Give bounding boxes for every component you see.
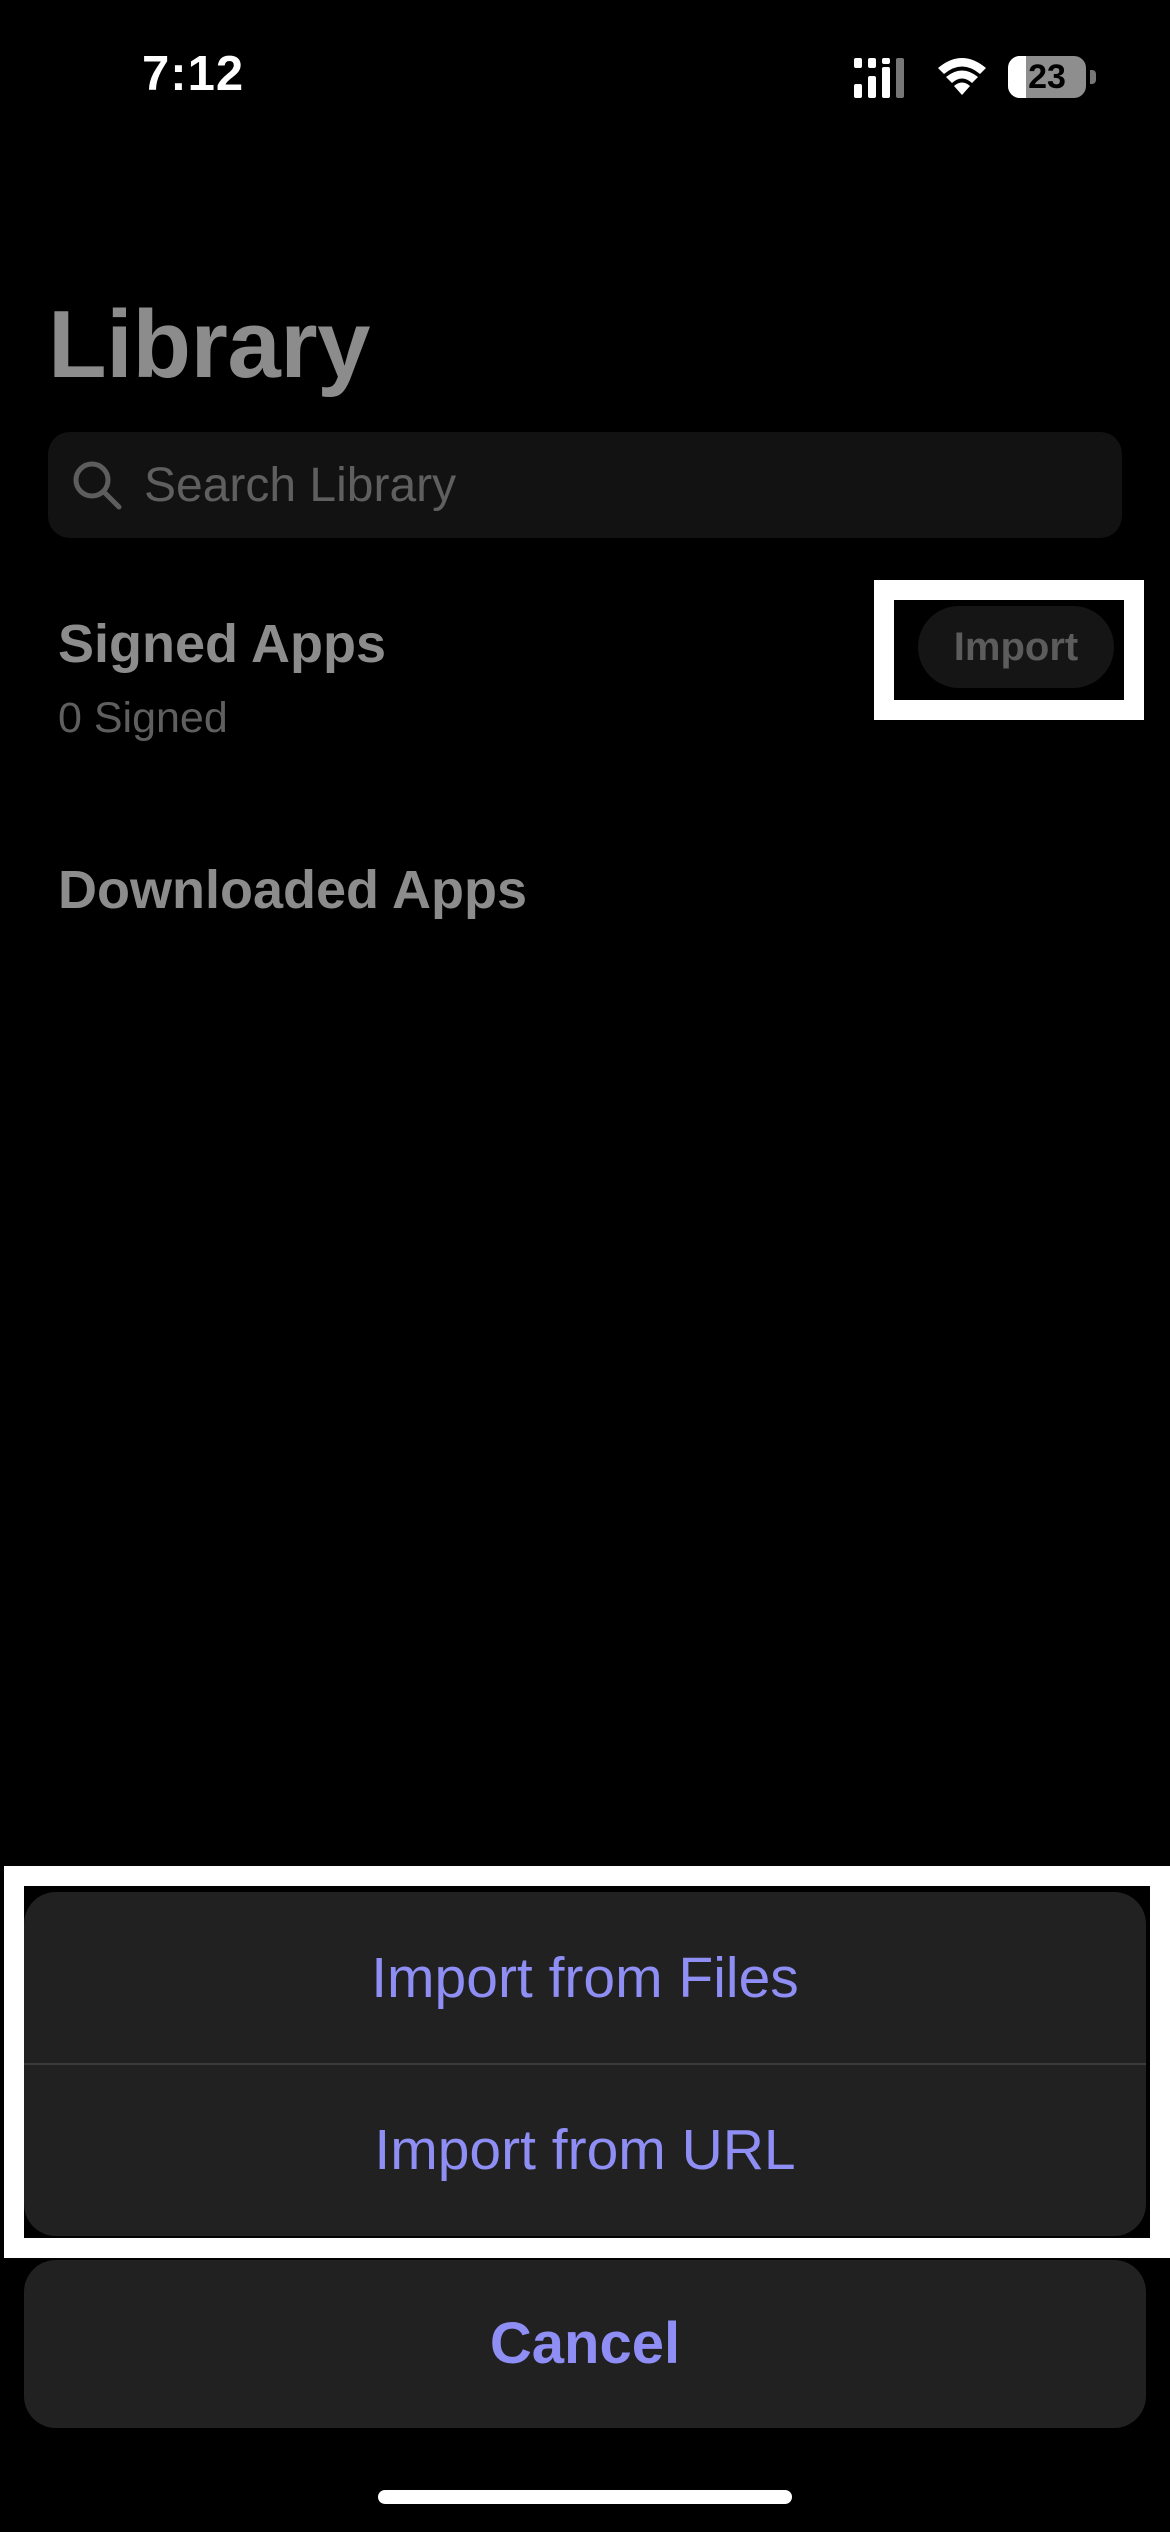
signal-icon bbox=[854, 58, 904, 98]
battery-icon: 23 bbox=[1008, 56, 1096, 100]
battery-tip bbox=[1090, 70, 1096, 84]
cancel-button[interactable]: Cancel bbox=[24, 2260, 1146, 2428]
search-bar[interactable] bbox=[48, 432, 1122, 538]
wifi-icon bbox=[938, 58, 986, 95]
search-input[interactable] bbox=[144, 432, 1094, 538]
page-title: Library bbox=[48, 291, 370, 398]
status-time: 7:12 bbox=[142, 47, 245, 101]
import-from-files-button[interactable]: Import from Files bbox=[24, 1892, 1146, 2064]
battery-body: 23 bbox=[1008, 56, 1086, 98]
import-button[interactable]: Import bbox=[918, 606, 1114, 688]
library-screen: 7:12 23 Library Search Library Signed Ap… bbox=[0, 0, 1170, 2532]
signed-apps-title: Signed Apps bbox=[58, 614, 387, 674]
signed-count: 0 Signed bbox=[58, 694, 228, 742]
downloaded-apps-title: Downloaded Apps bbox=[58, 860, 527, 920]
import-from-url-button[interactable]: Import from URL bbox=[24, 2064, 1146, 2236]
home-indicator[interactable] bbox=[378, 2490, 792, 2504]
status-bar: 7:12 23 bbox=[0, 0, 1170, 150]
search-icon bbox=[73, 461, 122, 510]
import-action-sheet: Import from Files Import from URL bbox=[24, 1892, 1146, 2236]
battery-level: 23 bbox=[1028, 58, 1066, 96]
